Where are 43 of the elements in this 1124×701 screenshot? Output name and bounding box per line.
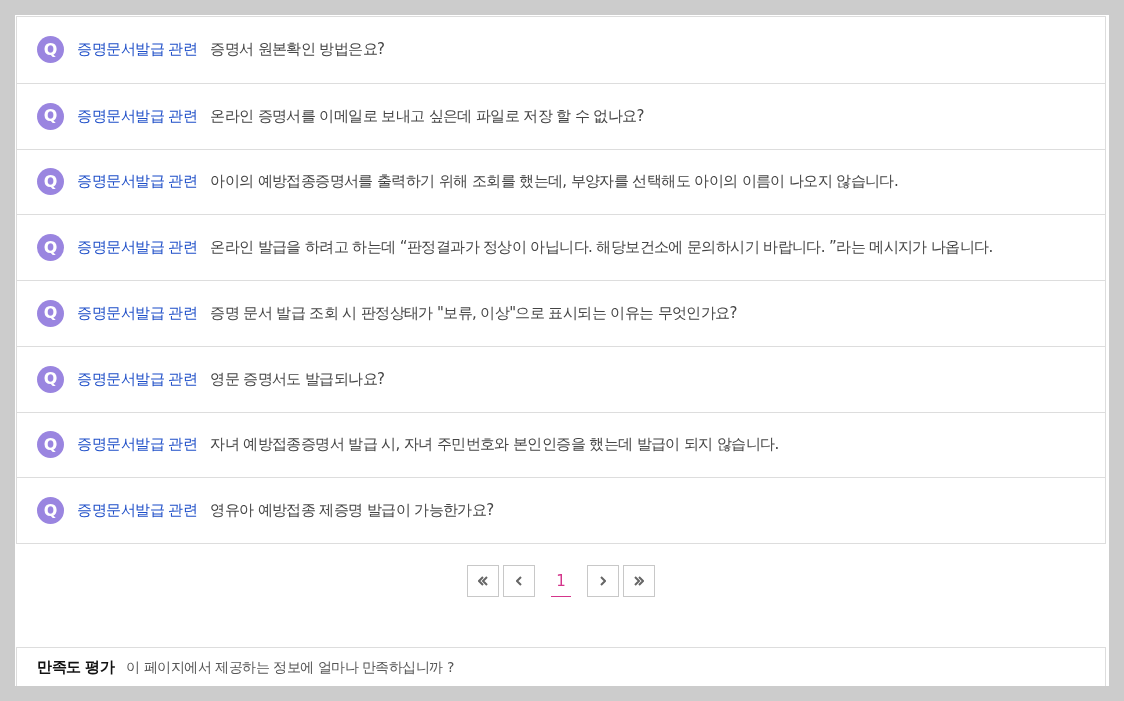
faq-row[interactable]: Q 증명문서발급 관련 자녀 예방접종증명서 발급 시, 자녀 주민번호와 본인인증을 했는데 발급이 되지 않습니다. — [17, 411, 1105, 478]
question-link[interactable]: 증명서 원본확인 방법은요? — [210, 40, 385, 60]
category-label: 증명문서발급 관련 — [77, 106, 198, 126]
faq-row[interactable]: Q 증명문서발급 관련 영유아 예방접종 제증명 발급이 가능한가요? — [17, 477, 1105, 543]
satisfaction-question: 이 페이지에서 제공하는 정보에 얼마나 만족하십니까 ? — [126, 658, 454, 677]
faq-row[interactable]: Q 증명문서발급 관련 영문 증명서도 발급되나요? — [17, 345, 1105, 412]
question-badge: Q — [37, 36, 64, 64]
question-link[interactable]: 영문 증명서도 발급되나요? — [210, 369, 385, 389]
category-label: 증명문서발급 관련 — [77, 369, 198, 389]
question-badge: Q — [37, 431, 64, 459]
first-page-button[interactable] — [467, 565, 499, 597]
right-chevron-icon — [600, 576, 606, 586]
faq-row[interactable]: Q 증명문서발급 관련 온라인 증명서를 이메일로 보내고 싶은데 파일로 저장 할 수 없나요? — [17, 82, 1105, 149]
question-link[interactable]: 증명 문서 발급 조회 시 판정상태가 "보류, 이상"으로 표시되는 이유는 무엇인가요? — [210, 303, 737, 323]
question-link[interactable]: 자녀 예방접종증명서 발급 시, 자녀 주민번호와 본인인증을 했는데 발급이 되지 않습니다. — [210, 435, 779, 455]
page-link[interactable]: 1 — [551, 565, 571, 597]
question-badge: Q — [37, 234, 64, 262]
faq-row[interactable]: Q 증명문서발급 관련 증명 문서 발급 조회 시 판정상태가 "보류, 이상"으로 표시되는 이유는 무엇인가요? — [17, 280, 1105, 346]
question-badge: Q — [37, 365, 64, 393]
category-label: 증명문서발급 관련 — [77, 303, 198, 323]
category-label: 증명문서발급 관련 — [77, 172, 198, 192]
left-chevron-icon — [516, 576, 522, 586]
category-label: 증명문서발급 관련 — [77, 40, 198, 60]
last-page-button[interactable] — [623, 565, 655, 597]
question-badge: Q — [37, 168, 64, 196]
question-badge: Q — [37, 497, 64, 525]
question-badge: Q — [37, 299, 64, 327]
category-label: 증명문서발급 관련 — [77, 435, 198, 455]
double-left-chevron-icon — [478, 576, 488, 586]
double-right-chevron-icon — [634, 576, 644, 586]
question-link[interactable]: 온라인 증명서를 이메일로 보내고 싶은데 파일로 저장 할 수 없나요? — [210, 106, 644, 126]
category-label: 증명문서발급 관련 — [77, 238, 198, 258]
faq-row[interactable]: Q 증명문서발급 관련 아이의 예방접종증명서를 출력하기 위해 조회를 했는데, 부양자를 선택해도 아이의 이름이 나오지 않습니다. — [17, 148, 1105, 215]
faq-row[interactable]: Q 증명문서발급 관련 증명서 원본확인 방법은요? — [17, 17, 1105, 83]
next-page-button[interactable] — [587, 565, 619, 597]
question-badge: Q — [37, 102, 64, 130]
question-link[interactable]: 아이의 예방접종증명서를 출력하기 위해 조회를 했는데, 부양자를 선택해도 아이의 이름이 나오지 않습니다. — [210, 172, 899, 192]
previous-page-button[interactable] — [503, 565, 535, 597]
question-link[interactable]: 온라인 발급을 하려고 하는데 “판정결과가 정상이 아닙니다. 해당보건소에 문의하시기 바랍니다. ”라는 메시지가 나옵니다. — [210, 238, 993, 258]
faq-row[interactable]: Q 증명문서발급 관련 온라인 발급을 하려고 하는데 “판정결과가 정상이 아닙니다. 해당보건소에 문의하시기 바랍니다. ”라는 메시지가 나옵니다. — [17, 214, 1105, 280]
category-label: 증명문서발급 관련 — [77, 501, 198, 521]
satisfaction-title: 만족도 평가 — [37, 658, 115, 677]
question-link[interactable]: 영유아 예방접종 제증명 발급이 가능한가요? — [210, 501, 494, 521]
